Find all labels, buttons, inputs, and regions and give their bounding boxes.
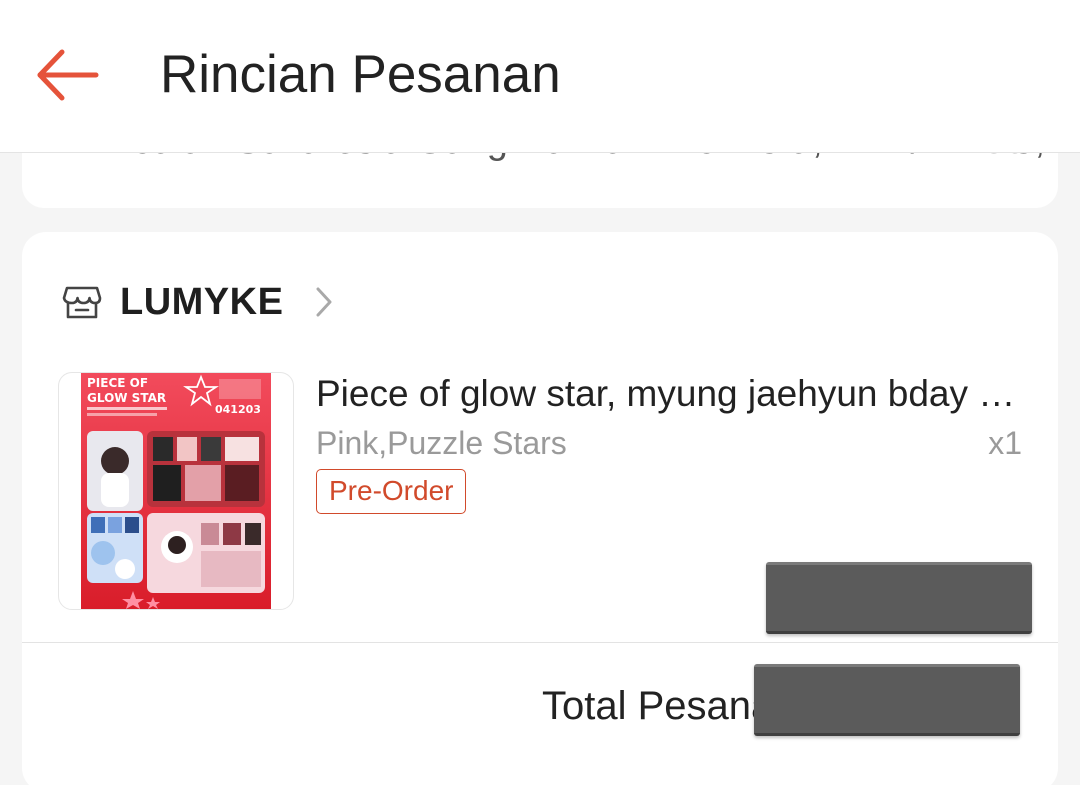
store-icon	[62, 286, 102, 319]
thumb-title-line1: PIECE OF	[87, 376, 148, 390]
shop-name: LUMYKE	[120, 280, 284, 323]
product-quantity: x1	[988, 425, 1022, 461]
divider	[22, 642, 1058, 643]
chevron-right-icon	[316, 287, 332, 317]
arrow-left-icon	[37, 49, 99, 101]
shop-header[interactable]: LUMYKE	[62, 278, 335, 326]
order-detail-screen: Jalan Sukaresia Gang Dahlia 1 No. 15 a, …	[0, 0, 1080, 785]
product-image[interactable]: PIECE OF GLOW STAR 041203	[58, 372, 294, 610]
redacted-price	[766, 562, 1032, 634]
app-header: Rincian Pesanan	[0, 0, 1080, 153]
product-variant: Pink,Puzzle Stars	[316, 425, 567, 461]
redacted-total	[754, 664, 1020, 736]
order-card: LUMYKE PIECE OF GLOW STAR 041203 Piece o…	[22, 232, 1058, 785]
product-name[interactable]: Piece of glow star, myung jaehyun bday c…	[316, 372, 1016, 416]
thumb-code: 041203	[215, 403, 261, 416]
back-button[interactable]	[32, 42, 104, 108]
preorder-badge: Pre-Order	[316, 469, 467, 514]
page-title: Rincian Pesanan	[160, 45, 561, 104]
thumb-title-line2: GLOW STAR	[87, 391, 166, 405]
